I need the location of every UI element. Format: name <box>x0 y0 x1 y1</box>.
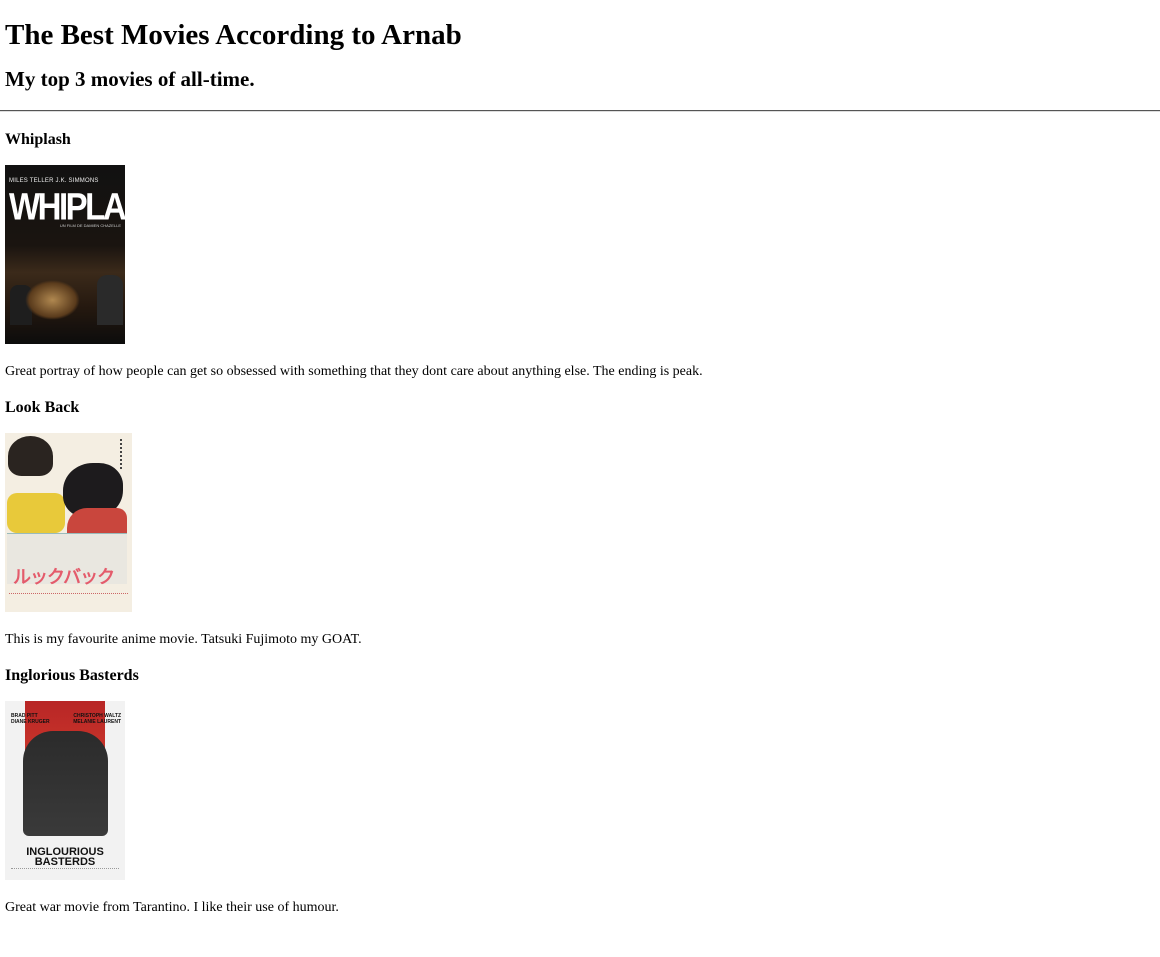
movie-title: Inglorious Basterds <box>5 667 139 684</box>
poster-title-text: INGLOURIOUS BASTERDS <box>26 846 104 868</box>
poster-footer <box>9 593 128 608</box>
poster-figure <box>97 275 123 325</box>
movie-entry-whiplash: Whiplash MILES TELLER J.K. SIMMONS WHIPL… <box>5 130 1160 380</box>
movie-title: Look Back <box>5 399 80 416</box>
page: The Best Movies According to Arnab My to… <box>0 18 1160 916</box>
movie-review: This is my favourite anime movie. Tatsuk… <box>5 632 362 647</box>
poster-cast-text: MILES TELLER J.K. SIMMONS <box>9 178 99 184</box>
poster-title-text: ルックバック <box>13 567 115 588</box>
poster-names-left: BRAD PITT DIANE KRUGER <box>11 713 50 725</box>
movie-title: Whiplash <box>5 131 71 148</box>
poster-figures <box>23 731 108 836</box>
movie-review: Great war movie from Tarantino. I like t… <box>5 900 339 915</box>
poster-tagline <box>11 868 119 872</box>
movie-entry-inglorious-basterds: Inglorious Basterds BRAD PITT DIANE KRUG… <box>5 666 1160 916</box>
poster-figure <box>8 436 53 476</box>
poster-vertical-text <box>120 439 128 469</box>
inglorious-basterds-poster-image: BRAD PITT DIANE KRUGER CHRISTOPH WALTZ M… <box>5 701 125 880</box>
movie-review: Great portray of how people can get so o… <box>5 364 703 379</box>
poster-figure <box>7 493 65 533</box>
movie-entry-look-back: Look Back ルックバック This is my favourite an… <box>5 398 1160 648</box>
poster-drum-kit <box>25 280 80 320</box>
divider <box>0 110 1160 112</box>
page-title: The Best Movies According to Arnab <box>5 19 462 51</box>
page-subtitle: My top 3 movies of all-time. <box>5 67 255 91</box>
look-back-poster-image: ルックバック <box>5 433 132 612</box>
poster-names-right: CHRISTOPH WALTZ MELANIE LAURENT <box>73 713 121 725</box>
poster-credit-text: UN FILM DE DAMIEN CHAZELLE <box>59 223 121 228</box>
whiplash-poster-image: MILES TELLER J.K. SIMMONS WHIPLASH UN FI… <box>5 165 125 344</box>
